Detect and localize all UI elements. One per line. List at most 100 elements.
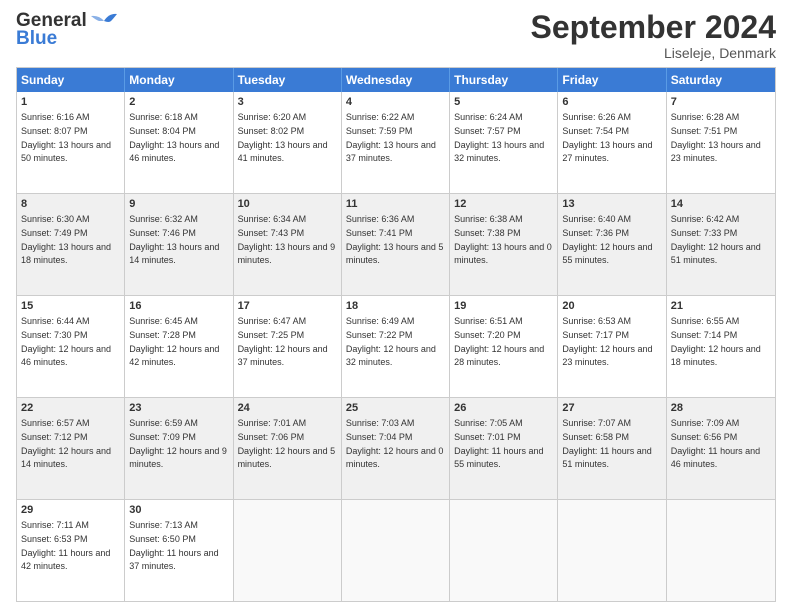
cell-info: Sunrise: 6:38 AMSunset: 7:38 PMDaylight:… bbox=[454, 214, 552, 265]
day-number: 2 bbox=[129, 95, 228, 110]
day-number: 17 bbox=[238, 299, 337, 314]
day-number: 8 bbox=[21, 197, 120, 212]
day-number: 19 bbox=[454, 299, 553, 314]
day-number: 22 bbox=[21, 401, 120, 416]
cell-info: Sunrise: 6:55 AMSunset: 7:14 PMDaylight:… bbox=[671, 316, 761, 367]
cell-info: Sunrise: 6:26 AMSunset: 7:54 PMDaylight:… bbox=[562, 112, 652, 163]
table-row: 26 Sunrise: 7:05 AMSunset: 7:01 PMDaylig… bbox=[450, 398, 558, 499]
logo-text-blue: Blue bbox=[16, 28, 57, 50]
week-row-3: 15 Sunrise: 6:44 AMSunset: 7:30 PMDaylig… bbox=[17, 295, 775, 397]
day-number: 13 bbox=[562, 197, 661, 212]
calendar-body: 1 Sunrise: 6:16 AMSunset: 8:07 PMDayligh… bbox=[17, 92, 775, 601]
header-thursday: Thursday bbox=[450, 68, 558, 92]
cell-info: Sunrise: 6:24 AMSunset: 7:57 PMDaylight:… bbox=[454, 112, 544, 163]
table-row: 4 Sunrise: 6:22 AMSunset: 7:59 PMDayligh… bbox=[342, 92, 450, 193]
header-monday: Monday bbox=[125, 68, 233, 92]
week-row-1: 1 Sunrise: 6:16 AMSunset: 8:07 PMDayligh… bbox=[17, 92, 775, 193]
table-row bbox=[558, 500, 666, 601]
table-row: 1 Sunrise: 6:16 AMSunset: 8:07 PMDayligh… bbox=[17, 92, 125, 193]
cell-info: Sunrise: 7:03 AMSunset: 7:04 PMDaylight:… bbox=[346, 418, 444, 469]
table-row: 16 Sunrise: 6:45 AMSunset: 7:28 PMDaylig… bbox=[125, 296, 233, 397]
cell-info: Sunrise: 6:45 AMSunset: 7:28 PMDaylight:… bbox=[129, 316, 219, 367]
day-number: 24 bbox=[238, 401, 337, 416]
cell-info: Sunrise: 6:47 AMSunset: 7:25 PMDaylight:… bbox=[238, 316, 328, 367]
header-saturday: Saturday bbox=[667, 68, 775, 92]
table-row: 19 Sunrise: 6:51 AMSunset: 7:20 PMDaylig… bbox=[450, 296, 558, 397]
table-row: 10 Sunrise: 6:34 AMSunset: 7:43 PMDaylig… bbox=[234, 194, 342, 295]
cell-info: Sunrise: 6:57 AMSunset: 7:12 PMDaylight:… bbox=[21, 418, 111, 469]
cell-info: Sunrise: 7:07 AMSunset: 6:58 PMDaylight:… bbox=[562, 418, 651, 469]
table-row: 24 Sunrise: 7:01 AMSunset: 7:06 PMDaylig… bbox=[234, 398, 342, 499]
table-row: 7 Sunrise: 6:28 AMSunset: 7:51 PMDayligh… bbox=[667, 92, 775, 193]
day-number: 23 bbox=[129, 401, 228, 416]
table-row: 5 Sunrise: 6:24 AMSunset: 7:57 PMDayligh… bbox=[450, 92, 558, 193]
cell-info: Sunrise: 6:53 AMSunset: 7:17 PMDaylight:… bbox=[562, 316, 652, 367]
cell-info: Sunrise: 7:01 AMSunset: 7:06 PMDaylight:… bbox=[238, 418, 336, 469]
week-row-2: 8 Sunrise: 6:30 AMSunset: 7:49 PMDayligh… bbox=[17, 193, 775, 295]
cell-info: Sunrise: 6:16 AMSunset: 8:07 PMDaylight:… bbox=[21, 112, 111, 163]
cell-info: Sunrise: 6:22 AMSunset: 7:59 PMDaylight:… bbox=[346, 112, 436, 163]
day-number: 16 bbox=[129, 299, 228, 314]
table-row: 11 Sunrise: 6:36 AMSunset: 7:41 PMDaylig… bbox=[342, 194, 450, 295]
cell-info: Sunrise: 6:20 AMSunset: 8:02 PMDaylight:… bbox=[238, 112, 328, 163]
day-number: 25 bbox=[346, 401, 445, 416]
day-number: 4 bbox=[346, 95, 445, 110]
day-number: 9 bbox=[129, 197, 228, 212]
logo: General Blue bbox=[16, 10, 117, 50]
table-row: 22 Sunrise: 6:57 AMSunset: 7:12 PMDaylig… bbox=[17, 398, 125, 499]
day-number: 29 bbox=[21, 503, 120, 518]
cell-info: Sunrise: 7:09 AMSunset: 6:56 PMDaylight:… bbox=[671, 418, 760, 469]
day-number: 5 bbox=[454, 95, 553, 110]
header-sunday: Sunday bbox=[17, 68, 125, 92]
cell-info: Sunrise: 6:32 AMSunset: 7:46 PMDaylight:… bbox=[129, 214, 219, 265]
table-row: 25 Sunrise: 7:03 AMSunset: 7:04 PMDaylig… bbox=[342, 398, 450, 499]
table-row: 15 Sunrise: 6:44 AMSunset: 7:30 PMDaylig… bbox=[17, 296, 125, 397]
logo-bird-icon bbox=[91, 11, 117, 31]
cell-info: Sunrise: 6:40 AMSunset: 7:36 PMDaylight:… bbox=[562, 214, 652, 265]
cell-info: Sunrise: 6:42 AMSunset: 7:33 PMDaylight:… bbox=[671, 214, 761, 265]
table-row bbox=[450, 500, 558, 601]
day-number: 3 bbox=[238, 95, 337, 110]
day-number: 15 bbox=[21, 299, 120, 314]
cell-info: Sunrise: 6:34 AMSunset: 7:43 PMDaylight:… bbox=[238, 214, 336, 265]
table-row: 3 Sunrise: 6:20 AMSunset: 8:02 PMDayligh… bbox=[234, 92, 342, 193]
cell-info: Sunrise: 6:28 AMSunset: 7:51 PMDaylight:… bbox=[671, 112, 761, 163]
day-number: 7 bbox=[671, 95, 771, 110]
page: General Blue September 2024 Liseleje, De… bbox=[0, 0, 792, 612]
table-row: 30 Sunrise: 7:13 AMSunset: 6:50 PMDaylig… bbox=[125, 500, 233, 601]
day-number: 18 bbox=[346, 299, 445, 314]
table-row: 18 Sunrise: 6:49 AMSunset: 7:22 PMDaylig… bbox=[342, 296, 450, 397]
week-row-4: 22 Sunrise: 6:57 AMSunset: 7:12 PMDaylig… bbox=[17, 397, 775, 499]
day-number: 12 bbox=[454, 197, 553, 212]
cell-info: Sunrise: 6:30 AMSunset: 7:49 PMDaylight:… bbox=[21, 214, 111, 265]
cell-info: Sunrise: 7:13 AMSunset: 6:50 PMDaylight:… bbox=[129, 520, 218, 571]
cell-info: Sunrise: 6:51 AMSunset: 7:20 PMDaylight:… bbox=[454, 316, 544, 367]
cell-info: Sunrise: 6:36 AMSunset: 7:41 PMDaylight:… bbox=[346, 214, 444, 265]
day-number: 26 bbox=[454, 401, 553, 416]
day-number: 1 bbox=[21, 95, 120, 110]
table-row: 14 Sunrise: 6:42 AMSunset: 7:33 PMDaylig… bbox=[667, 194, 775, 295]
header-friday: Friday bbox=[558, 68, 666, 92]
table-row: 29 Sunrise: 7:11 AMSunset: 6:53 PMDaylig… bbox=[17, 500, 125, 601]
day-number: 20 bbox=[562, 299, 661, 314]
location: Liseleje, Denmark bbox=[531, 45, 776, 61]
day-number: 6 bbox=[562, 95, 661, 110]
day-number: 27 bbox=[562, 401, 661, 416]
cell-info: Sunrise: 7:11 AMSunset: 6:53 PMDaylight:… bbox=[21, 520, 110, 571]
table-row: 21 Sunrise: 6:55 AMSunset: 7:14 PMDaylig… bbox=[667, 296, 775, 397]
table-row: 13 Sunrise: 6:40 AMSunset: 7:36 PMDaylig… bbox=[558, 194, 666, 295]
day-number: 10 bbox=[238, 197, 337, 212]
table-row bbox=[342, 500, 450, 601]
table-row: 9 Sunrise: 6:32 AMSunset: 7:46 PMDayligh… bbox=[125, 194, 233, 295]
table-row: 12 Sunrise: 6:38 AMSunset: 7:38 PMDaylig… bbox=[450, 194, 558, 295]
table-row: 20 Sunrise: 6:53 AMSunset: 7:17 PMDaylig… bbox=[558, 296, 666, 397]
header: General Blue September 2024 Liseleje, De… bbox=[16, 10, 776, 61]
title-block: September 2024 Liseleje, Denmark bbox=[531, 10, 776, 61]
cell-info: Sunrise: 6:49 AMSunset: 7:22 PMDaylight:… bbox=[346, 316, 436, 367]
week-row-5: 29 Sunrise: 7:11 AMSunset: 6:53 PMDaylig… bbox=[17, 499, 775, 601]
table-row bbox=[234, 500, 342, 601]
table-row bbox=[667, 500, 775, 601]
day-number: 14 bbox=[671, 197, 771, 212]
cell-info: Sunrise: 6:18 AMSunset: 8:04 PMDaylight:… bbox=[129, 112, 219, 163]
calendar: Sunday Monday Tuesday Wednesday Thursday… bbox=[16, 67, 776, 602]
